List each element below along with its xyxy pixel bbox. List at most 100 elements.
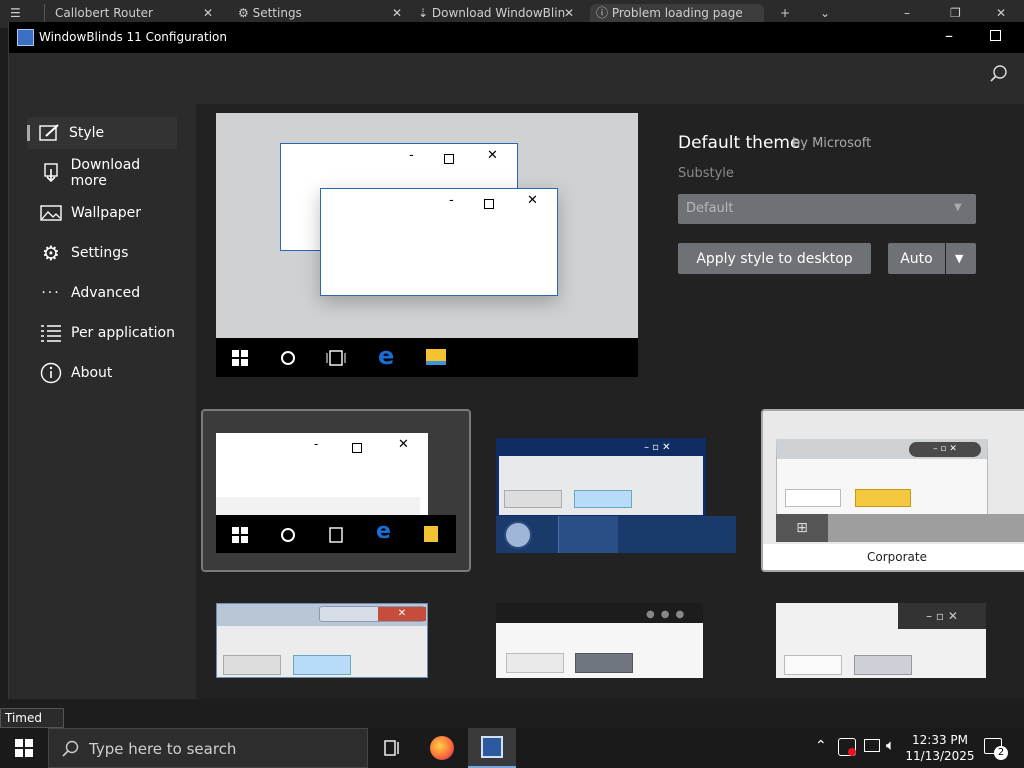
- task-view-icon: [384, 740, 399, 756]
- close-tab-icon[interactable]: ✕: [203, 4, 213, 22]
- download-icon: ⇣: [418, 6, 429, 20]
- more-icon: ···: [41, 285, 61, 301]
- tooltip: Timed Out: [0, 708, 64, 743]
- maximize-icon: [444, 154, 454, 164]
- cortana-icon: [281, 528, 295, 542]
- firefox-button[interactable]: [418, 728, 466, 768]
- close-tab-icon[interactable]: ✕: [392, 4, 402, 22]
- preview-taskbar: e: [216, 338, 638, 377]
- style-thumbnail-blue[interactable]: – ▫ ✕: [496, 438, 736, 553]
- sidebar-item-download-more[interactable]: Download more: [29, 157, 179, 189]
- volume-muted-icon[interactable]: 🔈︎: [886, 736, 895, 754]
- substyle-value: Default: [686, 201, 734, 216]
- app-icon: [17, 29, 34, 46]
- windowblinds-icon: [481, 736, 503, 758]
- notification-badge: 2: [994, 746, 1008, 760]
- window-controls-icon: ✕: [319, 606, 426, 622]
- substyle-dropdown[interactable]: Default ▼: [678, 194, 976, 224]
- list-icon: [39, 321, 63, 345]
- title-bar: WindowBlinds 11 Configuration –: [9, 22, 1024, 53]
- browser-tab-title: Settings: [252, 6, 302, 20]
- theme-author: by Microsoft: [792, 136, 872, 151]
- windows-logo-icon: [232, 527, 248, 543]
- window-title: WindowBlinds 11 Configuration: [39, 30, 227, 44]
- window-controls-icon: – ▫ ✕: [909, 442, 981, 457]
- file-explorer-icon: [426, 349, 446, 365]
- warning-icon: ⓘ: [596, 6, 609, 20]
- sidebar-item-label: About: [71, 365, 113, 381]
- clock-date: 11/13/2025: [905, 749, 975, 763]
- edge-icon: e: [376, 519, 391, 544]
- defender-icon[interactable]: [838, 738, 856, 756]
- wallpaper-icon: [39, 201, 63, 225]
- sidebar-item-about[interactable]: About: [29, 357, 179, 389]
- sidebar-item-style[interactable]: Style: [27, 117, 177, 149]
- preview-window-front: - ✕: [320, 188, 558, 296]
- chevron-up-icon[interactable]: ⌃: [815, 738, 827, 754]
- style-thumbnail-dark[interactable]: ●●●: [496, 603, 703, 678]
- close-tab-icon[interactable]: ✕: [564, 4, 574, 22]
- file-explorer-icon: [424, 526, 438, 542]
- sidebar-item-label: Settings: [71, 245, 129, 261]
- sidebar-item-wallpaper[interactable]: Wallpaper: [29, 197, 179, 229]
- theme-name: Default theme: [678, 133, 801, 153]
- thumbnail-taskbar: e: [216, 515, 456, 553]
- substyle-label: Substyle: [678, 166, 734, 181]
- task-view-icon: [329, 527, 343, 543]
- search-icon: [62, 740, 79, 757]
- chevron-down-icon: ▼: [954, 202, 962, 213]
- close-icon: ✕: [487, 148, 498, 163]
- sidebar-item-label: Advanced: [71, 285, 141, 301]
- style-thumbnail-corporate[interactable]: – ▫ ✕ ⊞ Corporate: [761, 409, 1024, 572]
- browser-tab-title: Problem loading page: [611, 6, 743, 20]
- window-controls-icon: – ▫ ✕: [898, 603, 986, 629]
- thumbnail-taskbar: [496, 516, 736, 553]
- info-icon: [39, 361, 63, 385]
- window-controls-icon: – ▫ ✕: [644, 442, 671, 453]
- close-icon: ✕: [527, 193, 538, 208]
- sidebar-item-label: Style: [69, 125, 105, 141]
- windowblinds-window: WindowBlinds 11 Configuration – Style Do…: [8, 22, 1024, 699]
- sidebar-item-per-application[interactable]: Per application: [29, 317, 179, 349]
- sidebar-item-advanced[interactable]: ··· Advanced: [29, 277, 179, 309]
- style-thumbnail-default[interactable]: - ✕ e: [201, 409, 471, 572]
- style-icon: [37, 121, 61, 145]
- maximize-icon: [352, 443, 362, 453]
- minimize-icon: -: [409, 148, 414, 163]
- style-thumbnail-light[interactable]: – ▫ ✕: [776, 603, 986, 678]
- minimize-icon[interactable]: –: [945, 26, 953, 45]
- sidebar-item-label: Per application: [71, 325, 175, 341]
- browser-tab-title: Callobert Router: [55, 6, 153, 20]
- taskbar-search-box[interactable]: Type here to search: [48, 728, 368, 768]
- thumbnail-taskbar: ⊞: [776, 514, 1024, 542]
- sidebar-item-settings[interactable]: ⚙ Settings: [29, 237, 179, 269]
- apply-style-button[interactable]: Apply style to desktop: [678, 243, 871, 274]
- theme-preview: - ✕ - ✕ e: [216, 113, 638, 377]
- task-view-button[interactable]: [368, 728, 416, 768]
- windows-logo-icon: [15, 739, 33, 757]
- window-controls-icon: ●●●: [646, 609, 691, 620]
- sidebar-item-label: Wallpaper: [71, 205, 142, 221]
- maximize-icon[interactable]: [990, 30, 1001, 41]
- style-thumbnail-label: Corporate: [763, 544, 1024, 570]
- cortana-icon: [281, 351, 295, 365]
- windows-logo-icon: ⊞: [776, 514, 828, 542]
- search-icon[interactable]: [989, 64, 1009, 84]
- search-placeholder: Type here to search: [89, 740, 237, 758]
- clock-time: 12:33 PM: [912, 733, 968, 747]
- auto-button[interactable]: Auto: [888, 243, 945, 274]
- style-thumbnail-aero[interactable]: ✕: [216, 603, 428, 678]
- close-icon: ✕: [398, 437, 409, 452]
- auto-dropdown-button[interactable]: ▼: [946, 243, 976, 274]
- minimize-icon: -: [449, 193, 454, 208]
- minimize-icon: -: [314, 437, 319, 451]
- network-icon[interactable]: [864, 739, 880, 752]
- edge-icon: e: [378, 342, 395, 370]
- windowblinds-taskbar-button[interactable]: [468, 728, 516, 768]
- start-button[interactable]: [0, 728, 48, 768]
- sidebar-item-label: Download more: [70, 157, 141, 189]
- clock[interactable]: 12:33 PM 11/13/2025: [900, 732, 980, 764]
- gear-icon: ⚙: [42, 241, 60, 265]
- thumbnail-window: - ✕: [216, 433, 428, 523]
- taskbar: Type here to search ⌃ 🔈︎ 12:33 PM 11/13/…: [0, 728, 1024, 768]
